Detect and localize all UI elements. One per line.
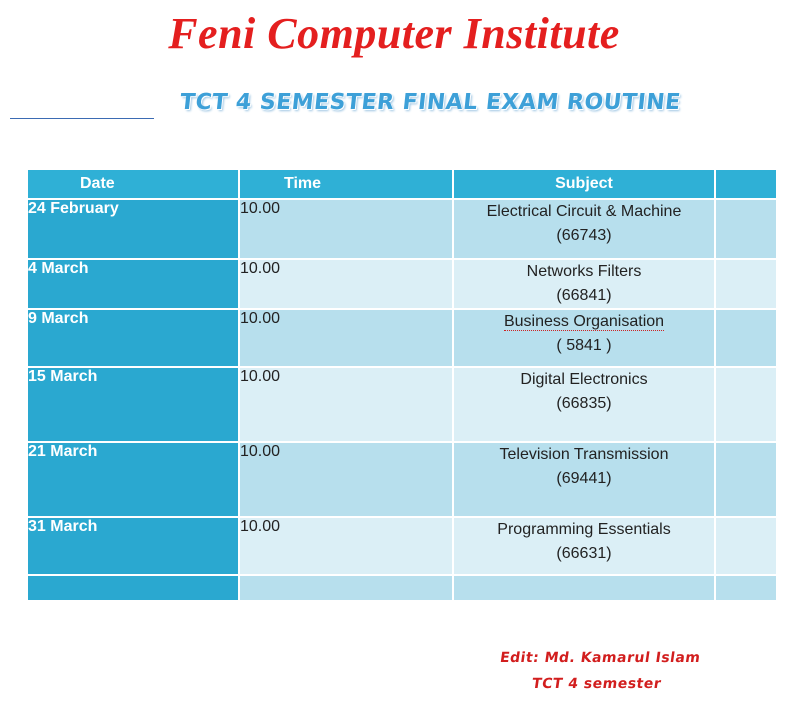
- column-header-date: Date: [26, 168, 240, 200]
- institute-title: Feni Computer Institute: [168, 9, 620, 58]
- exam-subject: Networks Filters: [526, 263, 642, 280]
- exam-subject-code: (66631): [556, 545, 612, 562]
- exam-subject: Electrical Circuit & Machine: [486, 203, 682, 220]
- exam-subject-code: (66743): [556, 227, 612, 244]
- exam-date: 9 March: [26, 308, 240, 368]
- exam-subject: Digital Electronics: [520, 371, 648, 388]
- column-header-subject: Subject: [452, 168, 716, 200]
- exam-subject: Television Transmission: [499, 446, 669, 463]
- exam-time: 10.00: [238, 516, 454, 576]
- blank-cell: [714, 198, 778, 260]
- exam-date: 31 March: [26, 516, 240, 576]
- blank-cell: [714, 441, 778, 518]
- column-header-blank: [714, 168, 778, 200]
- signature-editor: Edit: Md. Kamarul Islam: [498, 650, 702, 666]
- column-header-time: Time: [238, 168, 454, 200]
- blank-cell: [714, 308, 778, 368]
- blank-cell: [238, 574, 454, 602]
- exam-subject-cell: Networks Filters (66841): [452, 258, 716, 310]
- exam-time: 10.00: [238, 258, 454, 310]
- blank-cell: [26, 574, 240, 602]
- table-row: 15 March 10.00 Digital Electronics (6683…: [26, 366, 778, 443]
- left-rule-divider: [10, 118, 154, 119]
- exam-subject-cell: Business Organisation ( 5841 ): [452, 308, 716, 368]
- blank-cell: [452, 574, 716, 602]
- exam-subject-cell: Television Transmission (69441): [452, 441, 716, 518]
- exam-subject-cell: Programming Essentials (66631): [452, 516, 716, 576]
- exam-routine-table: Date Time Subject 24 February 10.00 Elec…: [26, 168, 778, 602]
- table-row-empty: [26, 574, 778, 602]
- exam-subject-cell: Electrical Circuit & Machine (66743): [452, 198, 716, 260]
- exam-subject: Business Organisation: [503, 313, 665, 331]
- table-row: 24 February 10.00 Electrical Circuit & M…: [26, 198, 778, 260]
- table-row: 31 March 10.00 Programming Essentials (6…: [26, 516, 778, 576]
- table-row: 21 March 10.00 Television Transmission (…: [26, 441, 778, 518]
- exam-subject-code: (66841): [556, 287, 612, 304]
- exam-time: 10.00: [238, 198, 454, 260]
- exam-date: 24 February: [26, 198, 240, 260]
- exam-subject: Programming Essentials: [497, 521, 671, 538]
- blank-cell: [714, 574, 778, 602]
- blank-cell: [714, 258, 778, 310]
- exam-time: 10.00: [238, 366, 454, 443]
- exam-date: 15 March: [26, 366, 240, 443]
- blank-cell: [714, 516, 778, 576]
- exam-time: 10.00: [238, 441, 454, 518]
- signature-semester: TCT 4 semester: [530, 676, 663, 692]
- exam-subject-code: (69441): [556, 470, 612, 487]
- routine-subtitle: TCT 4 SEMESTER FINAL EXAM ROUTINE: [178, 90, 682, 115]
- blank-cell: [714, 366, 778, 443]
- exam-subject-code: ( 5841 ): [556, 337, 612, 354]
- table-header-row: Date Time Subject: [26, 168, 778, 200]
- exam-date: 21 March: [26, 441, 240, 518]
- exam-date: 4 March: [26, 258, 240, 310]
- table-row: 4 March 10.00 Networks Filters (66841): [26, 258, 778, 310]
- exam-time: 10.00: [238, 308, 454, 368]
- exam-subject-code: (66835): [556, 395, 612, 412]
- table-row: 9 March 10.00 Business Organisation ( 58…: [26, 308, 778, 368]
- exam-subject-cell: Digital Electronics (66835): [452, 366, 716, 443]
